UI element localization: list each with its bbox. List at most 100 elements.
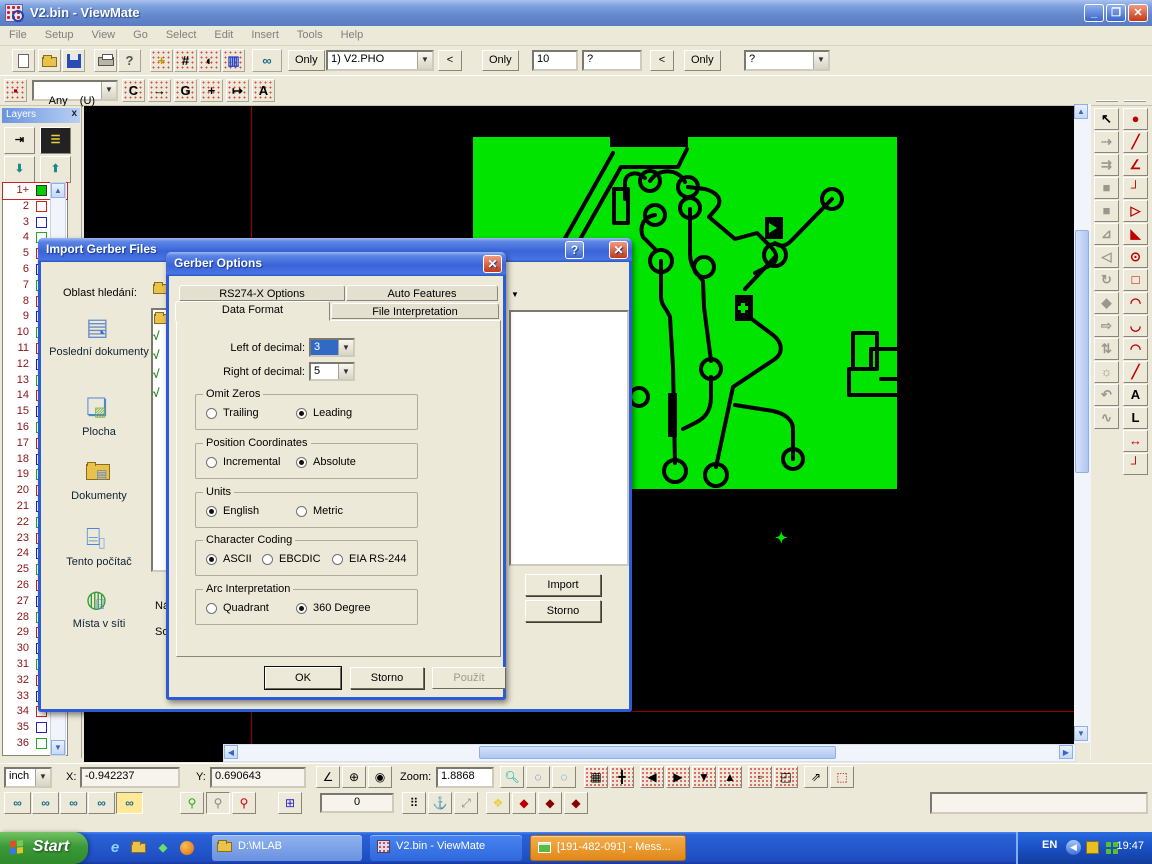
menu-item[interactable]: Tools: [288, 26, 332, 44]
grid-corner-icon[interactable]: ▦: [584, 766, 608, 788]
gerber-close-icon[interactable]: ✕: [483, 255, 502, 273]
units-combo[interactable]: inch▼: [4, 767, 52, 788]
layer-combo[interactable]: 1) V2.PHO▼: [326, 50, 434, 71]
prev-layer-button[interactable]: <: [438, 50, 462, 71]
menu-item[interactable]: Insert: [242, 26, 288, 44]
import-button[interactable]: Import: [525, 574, 601, 596]
select-type-button[interactable]: G: [174, 79, 197, 102]
ok-button[interactable]: OK: [265, 667, 341, 689]
incremental-radio[interactable]: [206, 457, 217, 468]
select-type-button[interactable]: ↦: [226, 79, 249, 102]
measure-icon[interactable]: #: [174, 49, 197, 72]
edit-tool-button[interactable]: ↻: [1094, 269, 1119, 291]
print-icon[interactable]: [94, 49, 117, 72]
layers-close-icon[interactable]: x: [71, 108, 77, 119]
task-explorer[interactable]: D:\MLAB: [212, 835, 362, 861]
angle-measure-icon[interactable]: ∠: [316, 766, 340, 788]
layer-stack-icon[interactable]: ☰: [40, 127, 71, 154]
draw-tool-button[interactable]: ╱: [1123, 131, 1148, 153]
grid-offset-icon[interactable]: ◰: [774, 766, 798, 788]
new-icon[interactable]: [12, 49, 35, 72]
folder-quicklaunch-icon[interactable]: [130, 839, 148, 857]
layer-color-swatch[interactable]: [36, 722, 47, 733]
left-of-decimal-combo[interactable]: 3▼: [309, 338, 355, 357]
pan-down-icon[interactable]: ▼: [692, 766, 716, 788]
grid-snap-icon[interactable]: ▫: [748, 766, 772, 788]
layer-color-swatch[interactable]: [36, 185, 47, 196]
horizontal-scroll-thumb[interactable]: [479, 746, 836, 759]
only-net-button[interactable]: Only: [684, 50, 721, 71]
open-icon[interactable]: [38, 49, 61, 72]
target-center-icon[interactable]: ⊕: [342, 766, 366, 788]
layer-color-swatch[interactable]: [36, 217, 47, 228]
draw-tool-button[interactable]: ┘: [1123, 453, 1148, 475]
zoom-window-icon[interactable]: ◌: [526, 766, 550, 788]
firefox-quicklaunch-icon[interactable]: [178, 839, 196, 857]
dcode-view-icon[interactable]: ◐: [198, 49, 221, 72]
menu-item[interactable]: Help: [332, 26, 373, 44]
probe-icon[interactable]: ⚲: [232, 792, 256, 814]
edit-tool-button[interactable]: ∿: [1094, 407, 1119, 429]
edit-tool-button[interactable]: ⇢: [1094, 131, 1119, 153]
table-icon[interactable]: ⊞: [278, 792, 302, 814]
dot-grid-icon[interactable]: ⠿: [402, 792, 426, 814]
selected-files-list[interactable]: [509, 310, 629, 566]
menu-item[interactable]: Setup: [36, 26, 83, 44]
grid-icon[interactable]: ╋: [610, 766, 634, 788]
edit-tool-button[interactable]: ◁: [1094, 246, 1119, 268]
layer-insert-icon[interactable]: ⇥: [4, 127, 35, 154]
stretch-icon[interactable]: ⇗: [804, 766, 828, 788]
scroll-left-icon[interactable]: ◀: [224, 745, 238, 759]
draw-tool-button[interactable]: L: [1123, 407, 1148, 429]
restore-button[interactable]: ❐: [1106, 4, 1126, 22]
pan-up-icon[interactable]: ▲: [718, 766, 742, 788]
quadrant-radio[interactable]: [206, 603, 217, 614]
draw-tool-button[interactable]: A: [1123, 384, 1148, 406]
edit-tool-button[interactable]: ■: [1094, 200, 1119, 222]
place-documents[interactable]: ▤ Dokumenty: [49, 458, 149, 502]
draw-tool-button[interactable]: ∠: [1123, 154, 1148, 176]
anchor-icon[interactable]: ⚓: [428, 792, 452, 814]
select-type-button[interactable]: C: [122, 79, 145, 102]
minimize-button[interactable]: _: [1084, 4, 1104, 22]
import-close-icon[interactable]: ✕: [609, 241, 628, 259]
edit-tool-button[interactable]: ↶: [1094, 384, 1119, 406]
dialog-help-icon[interactable]: ?: [565, 241, 584, 259]
draw-tool-button[interactable]: ⊙: [1123, 246, 1148, 268]
menu-item[interactable]: Go: [124, 26, 157, 44]
colors-icon[interactable]: ▥: [222, 49, 245, 72]
dcode-filter-input[interactable]: ?: [582, 50, 642, 71]
draw-tool-button[interactable]: ◠: [1123, 338, 1148, 360]
layers-scroll-up-icon[interactable]: ▲: [51, 183, 65, 198]
locate-icon[interactable]: ◉: [368, 766, 392, 788]
pad-filter-icon[interactable]: ▪: [4, 79, 27, 102]
horizontal-scrollbar[interactable]: ◀ ▶: [223, 744, 1076, 762]
ie-quicklaunch-icon[interactable]: e: [106, 839, 124, 857]
english-radio[interactable]: [206, 506, 217, 517]
edit-tool-button[interactable]: ⇨: [1094, 315, 1119, 337]
scroll-down-icon[interactable]: ▼: [1074, 726, 1088, 741]
highlight-on-icon[interactable]: ⚲: [180, 792, 204, 814]
draw-tool-button[interactable]: ↔: [1123, 430, 1148, 452]
ascii-radio[interactable]: [206, 554, 217, 565]
layer-up-icon[interactable]: ⬆: [40, 156, 71, 183]
start-button[interactable]: Start: [0, 832, 88, 864]
vertical-scroll-thumb[interactable]: [1075, 230, 1089, 473]
target-icon[interactable]: +: [150, 49, 173, 72]
only-dcode-button[interactable]: Only: [482, 50, 519, 71]
pan-left-icon[interactable]: ◀: [640, 766, 664, 788]
highlight-off-icon[interactable]: ⚲: [206, 792, 230, 814]
layer-color-swatch[interactable]: [36, 738, 47, 749]
tab-auto-features[interactable]: Auto Features: [346, 285, 498, 301]
place-network[interactable]: ◍⌸ Místa v síti: [49, 586, 149, 630]
context-help-icon[interactable]: ?: [118, 49, 141, 72]
dcode-input[interactable]: 10: [532, 50, 578, 71]
edit-tool-button[interactable]: ◆: [1094, 292, 1119, 314]
mixed-mode-icon[interactable]: ◆: [564, 792, 588, 814]
draw-tool-button[interactable]: ◡: [1123, 315, 1148, 337]
menu-item[interactable]: Select: [157, 26, 206, 44]
scroll-up-icon[interactable]: ▲: [1074, 104, 1088, 119]
leading-radio[interactable]: [296, 408, 307, 419]
language-indicator[interactable]: EN: [1042, 839, 1057, 851]
import-cancel-button[interactable]: Storno: [525, 600, 601, 622]
